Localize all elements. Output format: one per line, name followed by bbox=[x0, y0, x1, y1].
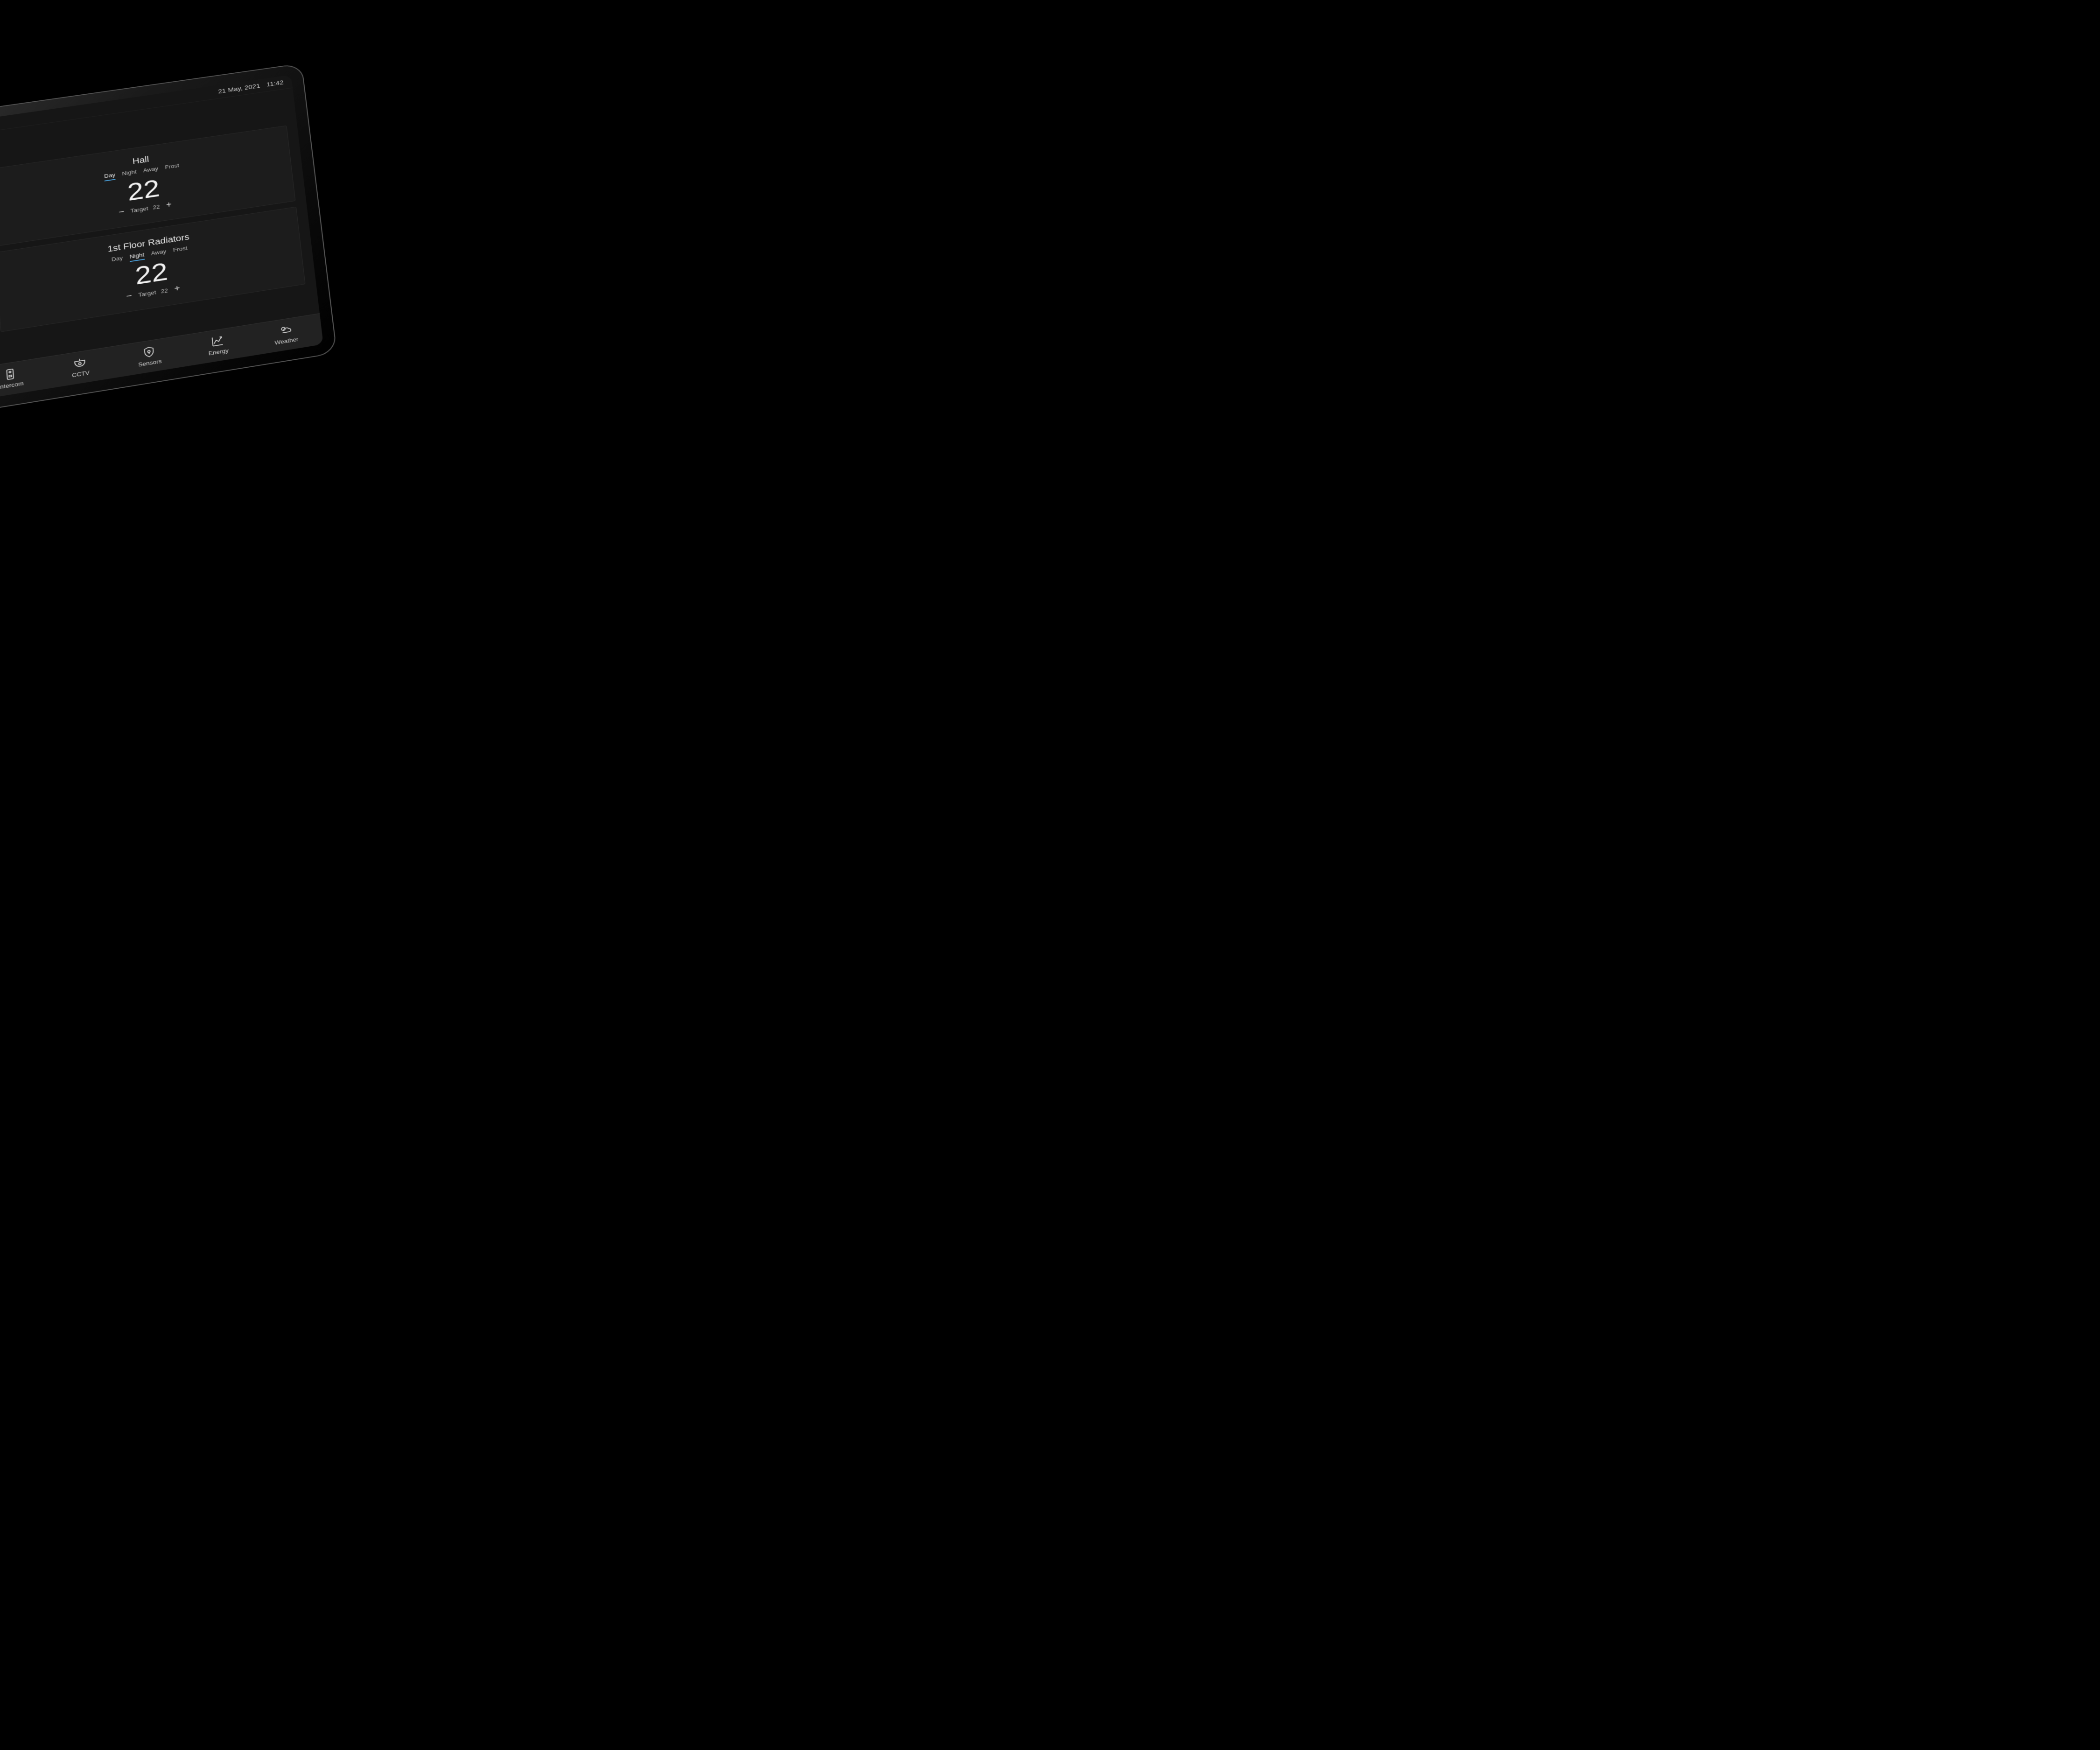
current-temp: 22 bbox=[126, 176, 161, 205]
decrease-target-button[interactable]: − bbox=[117, 207, 126, 217]
weather-icon bbox=[278, 323, 294, 337]
mode-day[interactable]: Day bbox=[104, 172, 116, 182]
decrease-target-button[interactable]: − bbox=[124, 291, 134, 302]
target-label: Target bbox=[130, 205, 148, 214]
nav-weather[interactable]: Weather bbox=[251, 317, 321, 351]
nav-label: Weather bbox=[274, 336, 299, 346]
target-value: 22 bbox=[161, 287, 168, 294]
current-temp: 22 bbox=[134, 259, 168, 289]
nav-label: Sensors bbox=[138, 358, 162, 368]
camera-icon bbox=[72, 356, 88, 371]
zone-title: Hall bbox=[132, 155, 149, 167]
nav-intercom[interactable]: Intercom bbox=[0, 361, 46, 396]
target-label: Target bbox=[138, 289, 156, 298]
nav-label: CCTV bbox=[72, 369, 90, 378]
nav-cctv[interactable]: CCTV bbox=[44, 350, 116, 385]
shield-lock-icon bbox=[141, 345, 157, 359]
increase-target-button[interactable]: + bbox=[164, 200, 174, 210]
chart-line-icon bbox=[210, 334, 225, 348]
intercom-icon bbox=[2, 367, 18, 381]
mode-day[interactable]: Day bbox=[111, 255, 123, 265]
increase-target-button[interactable]: + bbox=[172, 283, 182, 294]
nav-sensors[interactable]: Sensors bbox=[114, 339, 185, 373]
status-time: 11:42 bbox=[266, 79, 284, 88]
nav-energy[interactable]: Energy bbox=[182, 328, 253, 362]
bottom-nav: Comfort Shades Intercom bbox=[0, 313, 323, 423]
mode-frost[interactable]: Frost bbox=[165, 162, 180, 173]
app-screen: 21 May, 2021 11:42 Comfort Night Away Fr… bbox=[0, 75, 323, 423]
tablet-frame: 21 May, 2021 11:42 Comfort Night Away Fr… bbox=[0, 63, 337, 437]
mode-frost[interactable]: Frost bbox=[173, 245, 188, 255]
target-value: 22 bbox=[153, 203, 160, 210]
